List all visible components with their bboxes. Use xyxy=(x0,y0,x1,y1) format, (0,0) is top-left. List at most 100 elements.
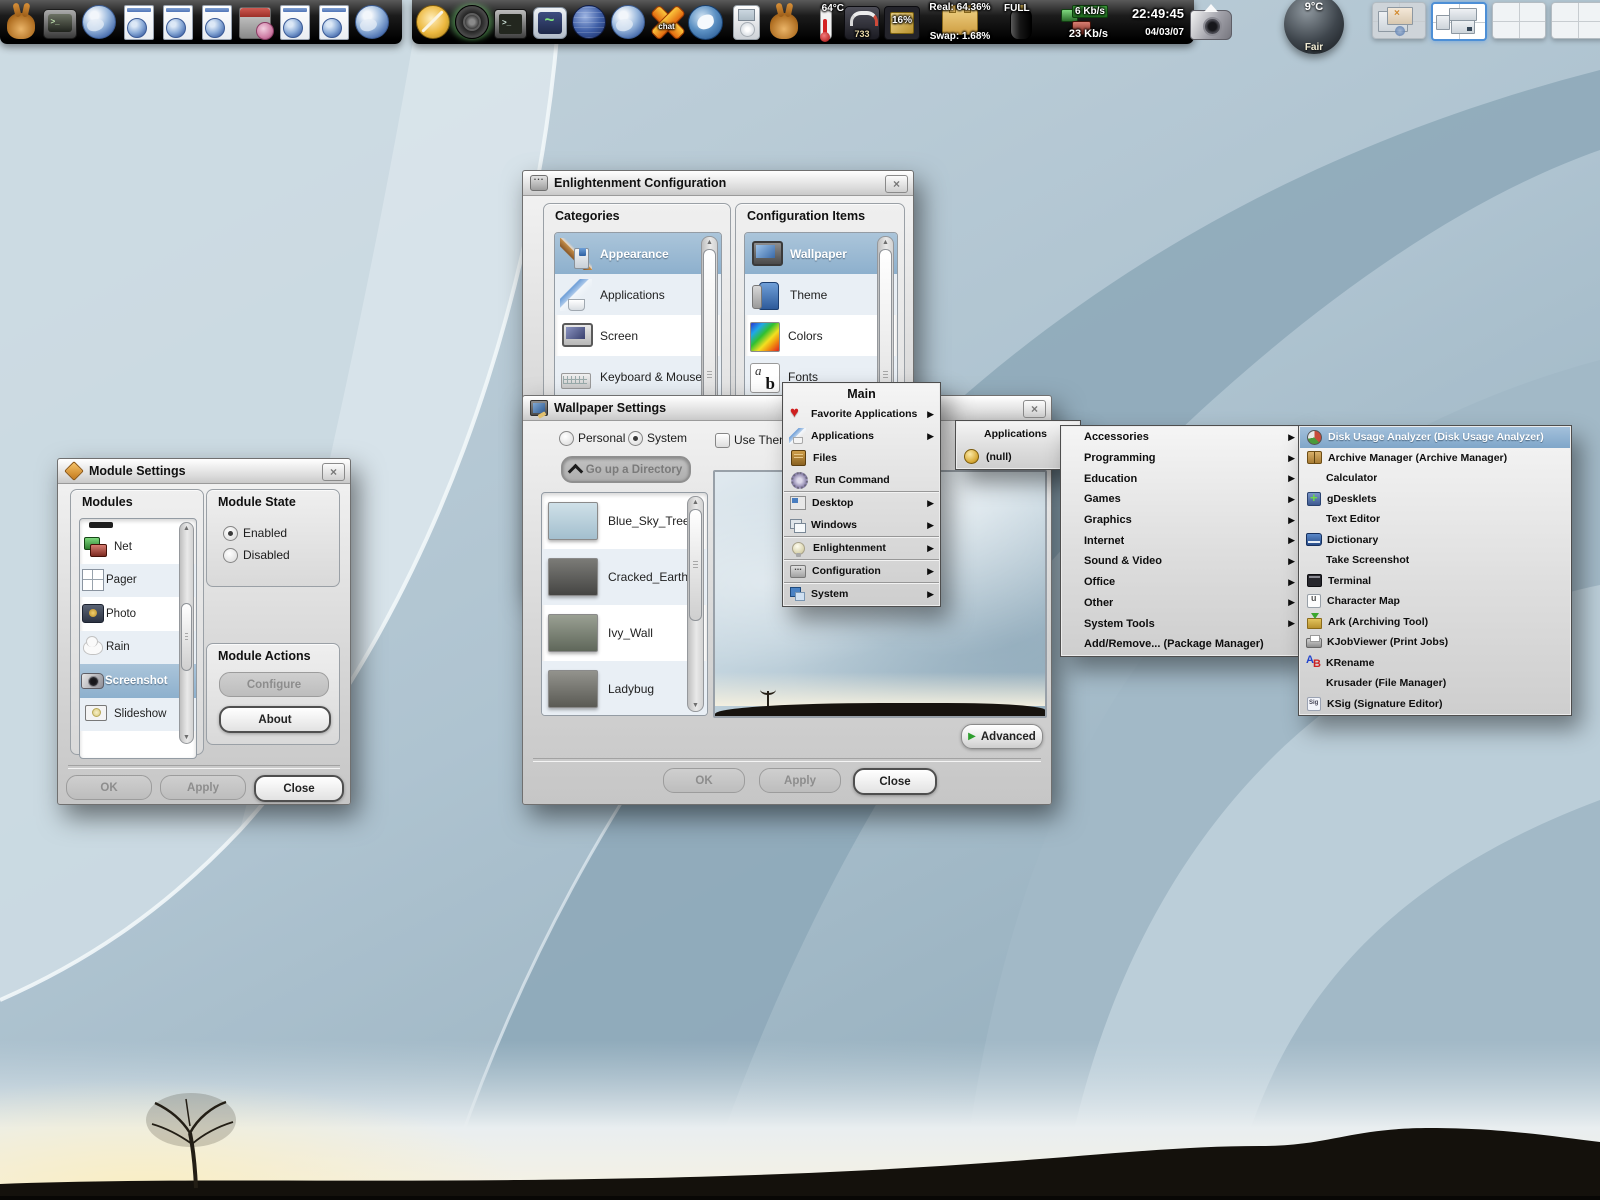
menu-item[interactable]: Office ▶ xyxy=(1062,572,1300,593)
scroll-up-icon[interactable]: ▲ xyxy=(878,238,893,247)
launcher[interactable] xyxy=(765,4,802,40)
pager-desk-1[interactable] xyxy=(1372,2,1426,39)
memory-gadget[interactable]: Real: 64.36% Swap: 1.68% xyxy=(922,2,998,42)
network-gadget[interactable]: 6 Kb/s 23 Kb/s xyxy=(1044,2,1108,42)
launcher[interactable] xyxy=(236,4,273,40)
system-radio[interactable] xyxy=(628,431,643,446)
close-window-button[interactable]: Close xyxy=(853,768,937,795)
scroll-up-icon[interactable]: ▲ xyxy=(702,238,717,247)
launcher[interactable] xyxy=(119,4,156,40)
list-item[interactable]: Screen xyxy=(555,315,721,356)
close-button[interactable]: × xyxy=(885,175,908,193)
menu-item[interactable]: Disk Usage Analyzer (Disk Usage Analyzer… xyxy=(1300,427,1570,448)
close-button[interactable]: × xyxy=(1023,400,1046,418)
enabled-radio[interactable] xyxy=(223,526,238,541)
menu-item[interactable]: Enlightenment ▶ xyxy=(784,536,939,559)
list-item[interactable]: Theme xyxy=(745,274,897,315)
menu-item[interactable]: Accessories ▶ xyxy=(1062,427,1300,448)
use-theme-checkbox[interactable] xyxy=(715,433,730,448)
apply-button[interactable]: Apply xyxy=(759,768,841,793)
launcher[interactable] xyxy=(609,4,646,40)
menu-item[interactable]: Applications ▶ xyxy=(784,425,939,447)
menu-item[interactable]: Sound & Video ▶ xyxy=(1062,551,1300,572)
menu-item[interactable]: Archive Manager (Archive Manager) xyxy=(1300,448,1570,469)
wallpaper-list-item[interactable]: Ivy_Wall xyxy=(542,605,707,661)
menu-item[interactable]: Education ▶ xyxy=(1062,468,1300,489)
personal-radio[interactable] xyxy=(559,431,574,446)
menu-item[interactable]: Programming ▶ xyxy=(1062,448,1300,469)
menu-item[interactable]: Desktop ▶ xyxy=(784,491,939,514)
ok-button[interactable]: OK xyxy=(66,775,152,800)
menu-item[interactable]: KSig (Signature Editor) xyxy=(1300,694,1570,715)
menu-item[interactable]: Text Editor xyxy=(1300,509,1570,530)
scroll-thumb[interactable] xyxy=(181,603,192,671)
list-item[interactable]: Appearance xyxy=(555,233,721,274)
launcher[interactable] xyxy=(41,4,78,40)
temperature-gadget[interactable]: 64°C xyxy=(802,2,842,42)
scroll-thumb[interactable] xyxy=(689,509,702,621)
menu-item[interactable]: Calculator xyxy=(1300,468,1570,489)
pager-desk-4[interactable] xyxy=(1551,2,1600,39)
launcher[interactable] xyxy=(726,4,763,40)
menu-item[interactable]: Ark (Archiving Tool) xyxy=(1300,612,1570,633)
list-item[interactable]: Keyboard & Mouse xyxy=(555,356,721,397)
menu-item[interactable]: Games ▶ xyxy=(1062,489,1300,510)
scroll-down-icon[interactable]: ▼ xyxy=(180,733,193,742)
menu-item[interactable]: Run Command ▶ xyxy=(784,469,939,491)
wallpaper-list-item[interactable]: Ladybug xyxy=(542,661,707,716)
window-titlebar[interactable]: Module Settings × xyxy=(58,459,350,484)
menu-item[interactable]: Krusader (File Manager) xyxy=(1300,673,1570,694)
weather-gadget[interactable]: 9°C Fair xyxy=(1282,0,1346,48)
cpufreq-gadget[interactable]: 733 xyxy=(842,2,882,42)
launcher[interactable] xyxy=(570,4,607,40)
go-up-directory-button[interactable]: Go up a Directory xyxy=(561,456,691,483)
ok-button[interactable]: OK xyxy=(663,768,745,793)
launcher[interactable] xyxy=(687,4,724,40)
launcher[interactable] xyxy=(2,4,39,40)
menu-item[interactable]: Add/Remove... (Package Manager) ▶ xyxy=(1062,634,1300,655)
scroll-up-icon[interactable]: ▲ xyxy=(180,524,193,533)
pager-desk-3[interactable] xyxy=(1492,2,1546,39)
menu-item[interactable]: Other ▶ xyxy=(1062,593,1300,614)
screenshot-gadget[interactable] xyxy=(1188,2,1234,42)
launcher[interactable] xyxy=(353,4,390,40)
menu-item[interactable]: System ▶ xyxy=(784,582,939,605)
close-button[interactable]: × xyxy=(322,463,345,481)
launcher[interactable] xyxy=(414,4,451,40)
scrollbar[interactable]: ▲ ▼ xyxy=(179,522,194,744)
clock-gadget[interactable]: 22:49:45 04/03/07 xyxy=(1108,2,1188,42)
apply-button[interactable]: Apply xyxy=(160,775,246,800)
menu-item[interactable]: Character Map xyxy=(1300,591,1570,612)
launcher[interactable] xyxy=(80,4,117,40)
wallpaper-list-item[interactable]: Blue_Sky_Tree xyxy=(542,493,707,549)
launcher[interactable]: chat xyxy=(648,4,685,40)
launcher[interactable] xyxy=(492,4,529,40)
launcher[interactable] xyxy=(275,4,312,40)
list-item[interactable]: Colors xyxy=(745,315,897,356)
window-titlebar[interactable]: Enlightenment Configuration × xyxy=(523,171,913,196)
launcher[interactable] xyxy=(453,4,490,40)
menu-item[interactable]: Files ▶ xyxy=(784,447,939,469)
menu-item[interactable]: Take Screenshot xyxy=(1300,550,1570,571)
close-window-button[interactable]: Close xyxy=(254,775,344,802)
configure-button[interactable]: Configure xyxy=(219,672,329,697)
menu-item[interactable]: Windows ▶ xyxy=(784,514,939,536)
menu-item[interactable]: System Tools ▶ xyxy=(1062,613,1300,634)
menu-item[interactable]: Configuration ▶ xyxy=(784,559,939,582)
menu-item[interactable]: Favorite Applications ▶ xyxy=(784,403,939,425)
menu-item[interactable]: Graphics ▶ xyxy=(1062,510,1300,531)
menu-item[interactable]: KJobViewer (Print Jobs) xyxy=(1300,632,1570,653)
advanced-button[interactable]: ▶ Advanced xyxy=(961,724,1043,749)
launcher[interactable] xyxy=(158,4,195,40)
pager-desk-2[interactable] xyxy=(1431,2,1487,41)
menu-item[interactable]: gDesklets xyxy=(1300,489,1570,510)
list-item[interactable]: Wallpaper xyxy=(745,233,897,274)
menu-item[interactable]: Dictionary xyxy=(1300,530,1570,551)
cpu-gadget[interactable]: 16% xyxy=(882,2,922,42)
battery-gadget[interactable]: FULL xyxy=(998,2,1044,42)
scroll-down-icon[interactable]: ▼ xyxy=(688,701,703,710)
disabled-radio[interactable] xyxy=(223,548,238,563)
menu-item[interactable]: Terminal xyxy=(1300,571,1570,592)
menu-item[interactable]: Internet ▶ xyxy=(1062,530,1300,551)
menu-item[interactable]: KRename xyxy=(1300,653,1570,674)
